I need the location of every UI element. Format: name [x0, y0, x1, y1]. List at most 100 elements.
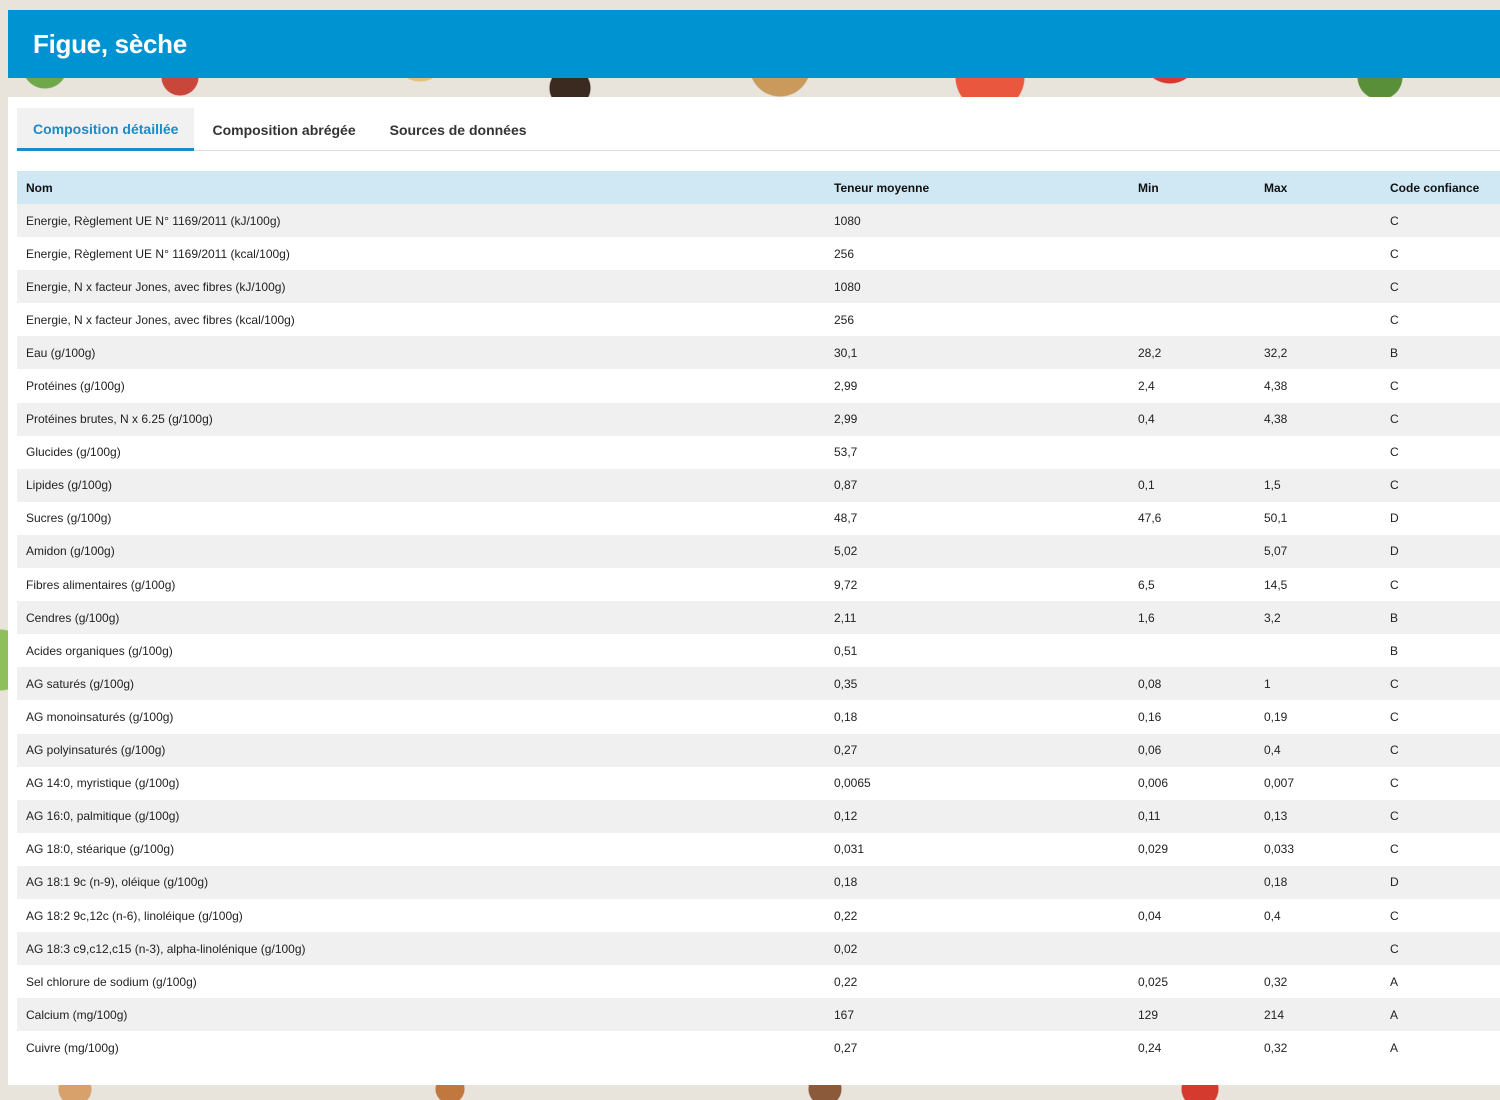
confidence-code: C — [1390, 213, 1399, 228]
max-value: 0,32 — [1264, 1040, 1288, 1055]
nutrient-name: Energie, Règlement UE N° 1169/2011 (kcal… — [26, 246, 290, 261]
nutrient-name: Fibres alimentaires (g/100g) — [26, 577, 176, 592]
mean-value: 30,1 — [834, 345, 858, 360]
max-value — [1255, 932, 1381, 965]
composition-table: Nom Teneur moyenne Min Max Code confianc… — [17, 171, 1500, 1065]
min-value — [1129, 436, 1255, 469]
nutrient-name: Eau (g/100g) — [26, 345, 96, 360]
max-value: 214 — [1264, 1007, 1285, 1022]
nutrient-name: AG monoinsaturés (g/100g) — [26, 709, 174, 724]
table-row: Sucres (g/100g) 48,7 47,6 50,1 D — [17, 501, 1500, 535]
table-row: Amidon (g/100g) 5,02 5,07 D — [17, 534, 1500, 569]
column-header-min[interactable]: Min — [1129, 171, 1255, 204]
content-panel: Composition détaillée Composition abrégé… — [8, 97, 1500, 1085]
confidence-code: A — [1390, 1007, 1399, 1022]
min-value: 1,6 — [1138, 610, 1155, 625]
tab-composition-abregee[interactable]: Composition abrégée — [196, 108, 371, 151]
table-row: Protéines (g/100g) 2,99 2,4 4,38 C — [17, 369, 1500, 403]
nutrient-name: Calcium (mg/100g) — [26, 1007, 128, 1022]
min-value — [1129, 237, 1255, 270]
confidence-code: C — [1390, 445, 1399, 460]
nutrient-name: AG polyinsaturés (g/100g) — [26, 743, 166, 758]
table-row: Energie, N x facteur Jones, avec fibres … — [17, 303, 1500, 337]
min-value: 28,2 — [1138, 345, 1162, 360]
confidence-code: C — [1390, 941, 1399, 956]
max-value: 50,1 — [1264, 511, 1288, 526]
nutrient-name: Amidon (g/100g) — [26, 544, 115, 559]
column-header-teneur-moyenne[interactable]: Teneur moyenne — [825, 171, 1129, 204]
max-value: 0,18 — [1264, 875, 1288, 890]
confidence-code: C — [1390, 842, 1399, 857]
mean-value: 167 — [834, 1007, 855, 1022]
max-value: 0,4 — [1264, 908, 1281, 923]
table-row: AG 18:3 c9,c12,c15 (n-3), alpha-linoléni… — [17, 932, 1500, 966]
min-value: 0,06 — [1138, 743, 1162, 758]
mean-value: 0,35 — [834, 676, 858, 691]
confidence-code: D — [1390, 544, 1399, 559]
min-value: 0,24 — [1138, 1040, 1162, 1055]
column-header-max[interactable]: Max — [1255, 171, 1381, 204]
column-header-code-confiance[interactable]: Code confiance — [1381, 171, 1500, 204]
mean-value: 5,02 — [834, 544, 858, 559]
mean-value: 0,22 — [834, 974, 858, 989]
mean-value: 0,27 — [834, 743, 858, 758]
confidence-code: A — [1390, 974, 1399, 989]
confidence-code: D — [1390, 511, 1399, 526]
mean-value: 0,12 — [834, 809, 858, 824]
min-value: 0,11 — [1138, 809, 1161, 824]
max-value: 0,4 — [1264, 743, 1281, 758]
mean-value: 2,11 — [834, 610, 857, 625]
min-value: 0,025 — [1138, 974, 1169, 989]
table-row: Energie, Règlement UE N° 1169/2011 (kcal… — [17, 237, 1500, 271]
nutrient-name: AG 18:3 c9,c12,c15 (n-3), alpha-linoléni… — [26, 941, 306, 956]
mean-value: 2,99 — [834, 379, 858, 394]
nutrient-name: AG saturés (g/100g) — [26, 676, 135, 691]
tab-sources-de-donnees[interactable]: Sources de données — [374, 108, 543, 151]
max-value: 32,2 — [1264, 345, 1288, 360]
confidence-code: C — [1390, 743, 1399, 758]
nutrient-name: AG 18:0, stéarique (g/100g) — [26, 842, 175, 857]
page-title: Figue, sèche — [33, 28, 187, 59]
nutrient-name: AG 16:0, palmitique (g/100g) — [26, 809, 180, 824]
mean-value: 0,22 — [834, 908, 858, 923]
nutrient-name: AG 18:1 9c (n-9), oléique (g/100g) — [26, 875, 209, 890]
confidence-code: C — [1390, 312, 1399, 327]
table-row: Lipides (g/100g) 0,87 0,1 1,5 C — [17, 468, 1500, 502]
max-value: 5,07 — [1264, 544, 1288, 559]
max-value: 1,5 — [1264, 478, 1281, 493]
table-row: Energie, N x facteur Jones, avec fibres … — [17, 270, 1500, 304]
confidence-code: C — [1390, 776, 1399, 791]
table-row: Energie, Règlement UE N° 1169/2011 (kJ/1… — [17, 204, 1500, 238]
table-header-row: Nom Teneur moyenne Min Max Code confianc… — [17, 171, 1500, 204]
table-row: Glucides (g/100g) 53,7 C — [17, 435, 1500, 469]
mean-value: 0,18 — [834, 709, 858, 724]
confidence-code: B — [1390, 610, 1399, 625]
page-header: Figue, sèche — [8, 10, 1500, 78]
min-value: 0,16 — [1138, 709, 1162, 724]
column-header-nom[interactable]: Nom — [17, 171, 825, 204]
min-value — [1129, 866, 1255, 899]
max-value: 3,2 — [1264, 610, 1281, 625]
min-value — [1129, 303, 1255, 336]
mean-value: 0,27 — [834, 1040, 858, 1055]
max-value: 0,19 — [1264, 709, 1288, 724]
nutrient-name: Protéines (g/100g) — [26, 379, 125, 394]
table-row: AG 16:0, palmitique (g/100g) 0,12 0,11 0,13… — [17, 799, 1500, 833]
table-row: AG 14:0, myristique (g/100g) 0,0065 0,006 0… — [17, 766, 1500, 800]
mean-value: 0,02 — [834, 941, 858, 956]
min-value: 0,04 — [1138, 908, 1162, 923]
max-value: 4,38 — [1264, 379, 1288, 394]
min-value: 47,6 — [1138, 511, 1162, 526]
max-value — [1255, 436, 1381, 469]
nutrient-name: Glucides (g/100g) — [26, 445, 121, 460]
table-body: Energie, Règlement UE N° 1169/2011 (kJ/1… — [17, 204, 1500, 1065]
table-row: AG monoinsaturés (g/100g) 0,18 0,16 0,19 C — [17, 700, 1500, 734]
table-row: AG 18:0, stéarique (g/100g) 0,031 0,029 0,0… — [17, 832, 1500, 866]
confidence-code: A — [1390, 1040, 1399, 1055]
max-value: 0,007 — [1264, 776, 1295, 791]
nutrient-name: Energie, Règlement UE N° 1169/2011 (kJ/1… — [26, 213, 281, 228]
min-value — [1129, 932, 1255, 965]
max-value: 1 — [1264, 676, 1271, 691]
tab-composition-detaillee[interactable]: Composition détaillée — [17, 108, 195, 151]
confidence-code: C — [1390, 279, 1399, 294]
